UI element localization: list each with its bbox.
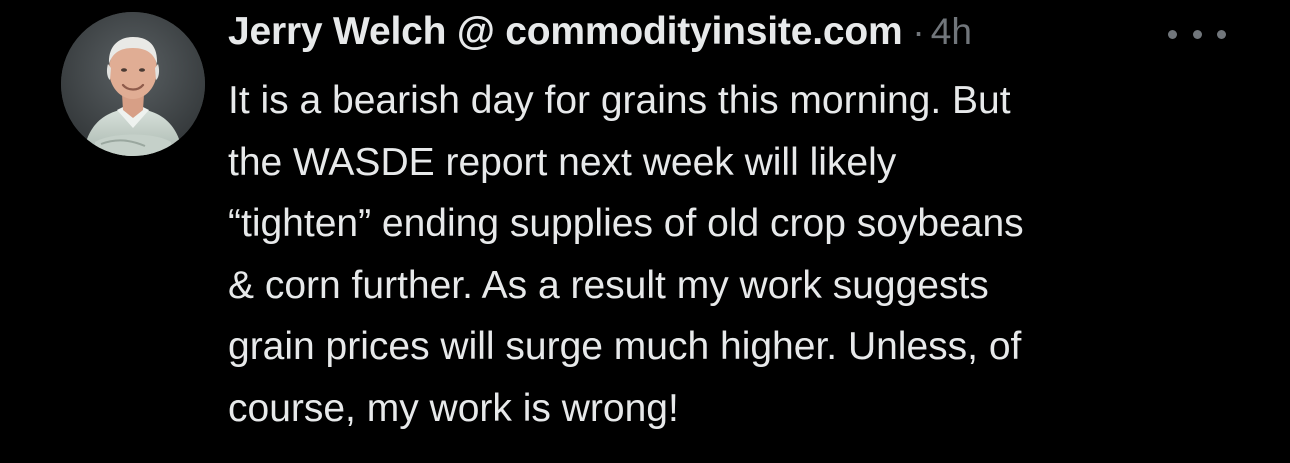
tweet-text-line: course, my work is wrong!: [228, 386, 679, 430]
timestamp[interactable]: 4h: [931, 11, 972, 53]
tweet[interactable]: Jerry Welch @ commodityinsite.com · 4h I…: [0, 0, 1290, 463]
tweet-header: Jerry Welch @ commodityinsite.com · 4h: [228, 10, 972, 62]
more-dot: [1192, 29, 1202, 39]
tweet-text: It is a bearish day for grains this morn…: [228, 70, 1258, 439]
tweet-text-line: the WASDE report next week will likely: [228, 140, 897, 184]
separator-dot: ·: [912, 11, 925, 52]
avatar[interactable]: [61, 12, 205, 156]
author-name[interactable]: Jerry Welch @ commodityinsite.com: [228, 10, 903, 54]
tweet-text-line: grain prices will surge much higher. Unl…: [228, 325, 1022, 368]
more-horizontal-icon[interactable]: [1168, 27, 1226, 41]
more-dot: [1168, 29, 1177, 39]
tweet-text-line: It is a bearish day for grains this morn…: [228, 79, 1011, 122]
profile-photo-icon: [61, 12, 205, 156]
tweet-text-line: & corn further. As a result my work sugg…: [228, 263, 989, 307]
more-dot: [1217, 29, 1226, 39]
tweet-text-line: “tighten” ending supplies of old crop so…: [228, 202, 1024, 245]
